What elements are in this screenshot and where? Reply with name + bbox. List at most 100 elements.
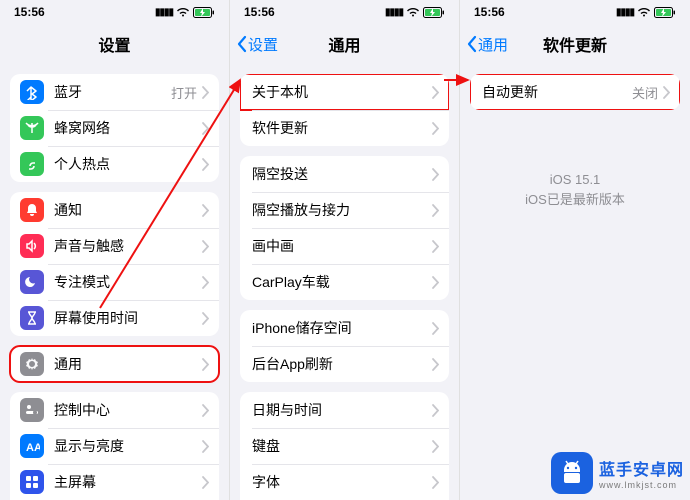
signal-icon: ▮▮▮▮ [385,7,403,18]
status-bar: 15:56 ▮▮▮▮ [230,0,459,24]
row-label: 键盘 [252,436,431,456]
row-airplay[interactable]: 隔空播放与接力 [240,192,449,228]
row-label: 通用 [54,354,201,374]
phone-general: 15:56 ▮▮▮▮ 设置 通用 关于本机软件更新隔空投送隔空播放与接力画中画 C… [230,0,460,500]
chevron-right-icon [431,404,439,417]
chevron-right-icon [431,168,439,181]
chevron-right-icon [201,158,209,171]
settings-group: 自动更新关闭 [470,74,680,110]
chevron-right-icon [431,476,439,489]
settings-group: 通知声音与触感专注模式屏幕使用时间 [10,192,219,336]
row-notifications[interactable]: 通知 [10,192,219,228]
row-carplay[interactable]: CarPlay车载 [240,264,449,300]
update-list: 自动更新关闭 iOS 15.1iOS已是最新版本 [460,64,690,500]
nav-bar: 设置 [0,24,229,64]
row-label: 屏幕使用时间 [54,308,201,328]
status-time: 15:56 [244,5,275,19]
status-icons: ▮▮▮▮ [385,7,445,18]
chevron-right-icon [662,86,670,99]
row-storage[interactable]: iPhone储存空间 [240,310,449,346]
chevron-left-icon [236,35,248,53]
antenna-icon [20,116,44,140]
row-focus[interactable]: 专注模式 [10,264,219,300]
row-control-center[interactable]: 控制中心 [10,392,219,428]
bluetooth-icon [20,80,44,104]
row-label: 专注模式 [54,272,201,292]
row-value: 打开 [171,83,197,102]
row-auto-update[interactable]: 自动更新关闭 [470,74,680,110]
row-sounds[interactable]: 声音与触感 [10,228,219,264]
chevron-left-icon [466,35,478,53]
row-value: 关闭 [632,83,658,102]
chevron-right-icon [201,440,209,453]
row-date-time[interactable]: 日期与时间 [240,392,449,428]
row-keyboard[interactable]: 键盘 [240,428,449,464]
watermark-url: www.lmkjst.com [599,480,684,490]
settings-group: 关于本机软件更新 [240,74,449,146]
battery-icon [423,7,445,18]
row-cellular[interactable]: 蜂窝网络 [10,110,219,146]
hourglass-icon [20,306,44,330]
row-hotspot[interactable]: 个人热点 [10,146,219,182]
speaker-icon [20,234,44,258]
row-home-screen[interactable]: 主屏幕 [10,464,219,500]
chevron-right-icon [431,122,439,135]
chevron-right-icon [201,122,209,135]
chevron-right-icon [201,312,209,325]
row-bluetooth[interactable]: 蓝牙打开 [10,74,219,110]
wifi-icon [406,7,420,17]
phone-settings: 15:56 ▮▮▮▮ 设置 蓝牙打开蜂窝网络个人热点通知声音与触感专注模式屏幕使… [0,0,230,500]
row-about[interactable]: 关于本机 [240,74,449,110]
row-label: 关于本机 [252,82,431,102]
chevron-right-icon [201,276,209,289]
settings-group: iPhone储存空间后台App刷新 [240,310,449,382]
row-label: 自动更新 [482,82,632,102]
chevron-right-icon [201,404,209,417]
wifi-icon [176,7,190,17]
row-label: 个人热点 [54,154,201,174]
status-time: 15:56 [14,5,45,19]
chevron-right-icon [431,322,439,335]
row-label: 蓝牙 [54,82,171,102]
back-label: 设置 [248,34,278,55]
chevron-right-icon [201,240,209,253]
row-software-update[interactable]: 软件更新 [240,110,449,146]
row-label: CarPlay车载 [252,272,431,292]
row-screentime[interactable]: 屏幕使用时间 [10,300,219,336]
chevron-right-icon [201,204,209,217]
row-general[interactable]: 通用 [10,346,219,382]
row-display[interactable]: AA 显示与亮度 [10,428,219,464]
svg-text:AA: AA [26,442,40,454]
row-label: 控制中心 [54,400,201,420]
row-label: iPhone储存空间 [252,318,431,338]
row-label: 声音与触感 [54,236,201,256]
row-label: 主屏幕 [54,472,201,492]
nav-bar: 设置 通用 [230,24,459,64]
settings-group: 隔空投送隔空播放与接力画中画 CarPlay车载 [240,156,449,300]
row-background-refresh[interactable]: 后台App刷新 [240,346,449,382]
back-button[interactable]: 通用 [460,34,508,55]
update-status-text: iOS 15.1iOS已是最新版本 [460,170,690,209]
bell-icon [20,198,44,222]
wifi-icon [637,7,651,17]
row-airdrop[interactable]: 隔空投送 [240,156,449,192]
chevron-right-icon [431,440,439,453]
row-label: 隔空播放与接力 [252,200,431,220]
row-fonts[interactable]: 字体 [240,464,449,500]
row-label: 蜂窝网络 [54,118,201,138]
chevron-right-icon [431,276,439,289]
status-bar: 15:56 ▮▮▮▮ [0,0,229,24]
row-pip[interactable]: 画中画 [240,228,449,264]
back-button[interactable]: 设置 [230,34,278,55]
row-label: 显示与亮度 [54,436,201,456]
chevron-right-icon [431,204,439,217]
row-label: 字体 [252,472,431,492]
chevron-right-icon [201,86,209,99]
row-label: 软件更新 [252,118,431,138]
row-label: 隔空投送 [252,164,431,184]
watermark-text: 蓝手安卓网 [599,456,684,480]
phone-software-update: 15:56 ▮▮▮▮ 通用 软件更新 自动更新关闭iOS 15.1iOS已是最新… [460,0,690,500]
settings-list: 蓝牙打开蜂窝网络个人热点通知声音与触感专注模式屏幕使用时间通用控制中心 AA 显示与… [0,64,229,500]
textsize-icon: AA [20,434,44,458]
battery-icon [193,7,215,18]
